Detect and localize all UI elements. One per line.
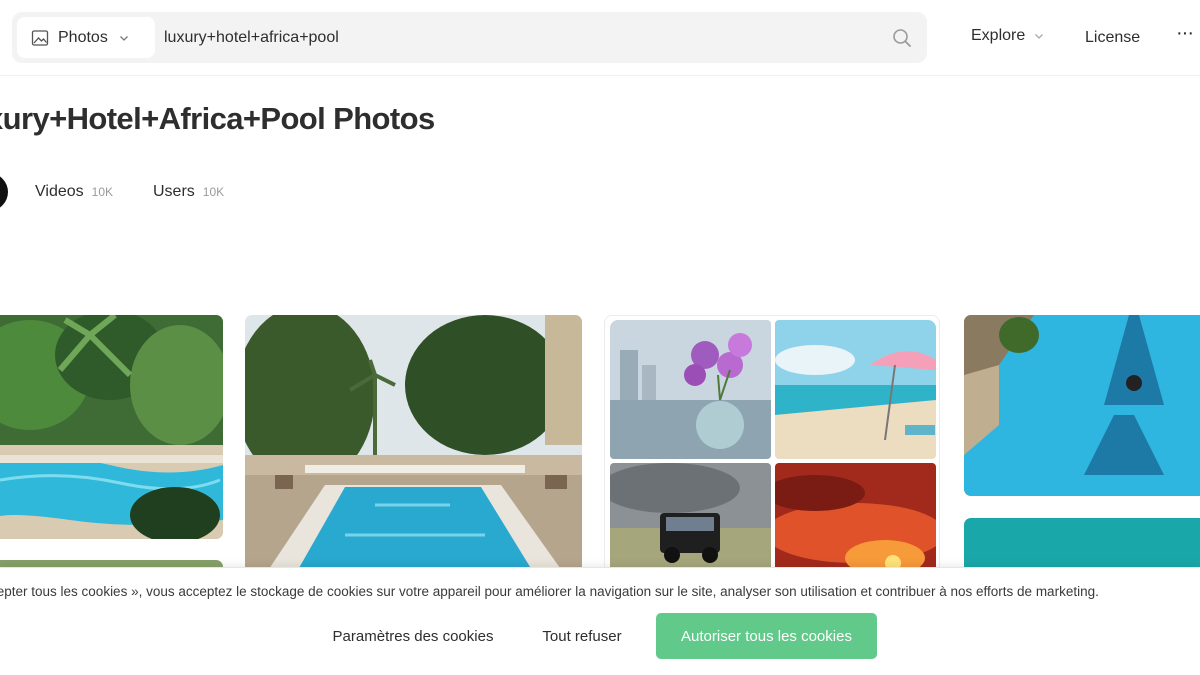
- collage-photo-flowers: [610, 320, 771, 459]
- image-icon: [31, 29, 49, 46]
- top-header: Photos Explore License ···: [0, 0, 1200, 76]
- tab-users-label: Users: [153, 183, 195, 200]
- tab-users[interactable]: Users 10K: [153, 183, 224, 201]
- tab-videos-label: Videos: [35, 183, 84, 200]
- tab-videos-count: 10K: [91, 185, 113, 199]
- page-title: xury+Hotel+Africa+Pool Photos: [0, 101, 435, 136]
- tab-photos-active[interactable]: [0, 173, 8, 211]
- collage-photo-sunset: [775, 463, 936, 573]
- nav-explore[interactable]: Explore: [971, 27, 1045, 45]
- cookie-settings-button[interactable]: Paramètres des cookies: [318, 613, 508, 659]
- search-bar: Photos: [12, 12, 927, 63]
- cookie-accept-button[interactable]: Autoriser tous les cookies: [656, 613, 877, 659]
- search-type-label: Photos: [58, 28, 108, 46]
- photo-long-pool[interactable]: [245, 315, 582, 575]
- cookie-text: cepter tous les cookies », vous acceptez…: [0, 584, 1099, 599]
- chevron-down-icon: [1035, 34, 1044, 39]
- more-horizontal-icon[interactable]: ···: [1176, 22, 1194, 45]
- search-icon[interactable]: [891, 27, 913, 49]
- collection-collage[interactable]: [604, 315, 940, 575]
- collage-photo-car: [610, 463, 771, 573]
- search-type-dropdown[interactable]: Photos: [17, 17, 155, 58]
- nav-license[interactable]: License: [1085, 29, 1140, 47]
- chevron-down-icon: [119, 35, 128, 41]
- cookie-banner: cepter tous les cookies », vous acceptez…: [0, 567, 1200, 675]
- tab-videos[interactable]: Videos 10K: [35, 183, 113, 201]
- photo-aerial-pool[interactable]: [964, 315, 1200, 496]
- photo-tropical-pool[interactable]: [0, 315, 223, 539]
- nav-explore-label: Explore: [971, 27, 1026, 44]
- search-input[interactable]: [164, 20, 864, 55]
- tab-users-count: 10K: [202, 185, 225, 199]
- collage-photo-beach: [775, 320, 936, 459]
- cookie-refuse-button[interactable]: Tout refuser: [526, 613, 638, 659]
